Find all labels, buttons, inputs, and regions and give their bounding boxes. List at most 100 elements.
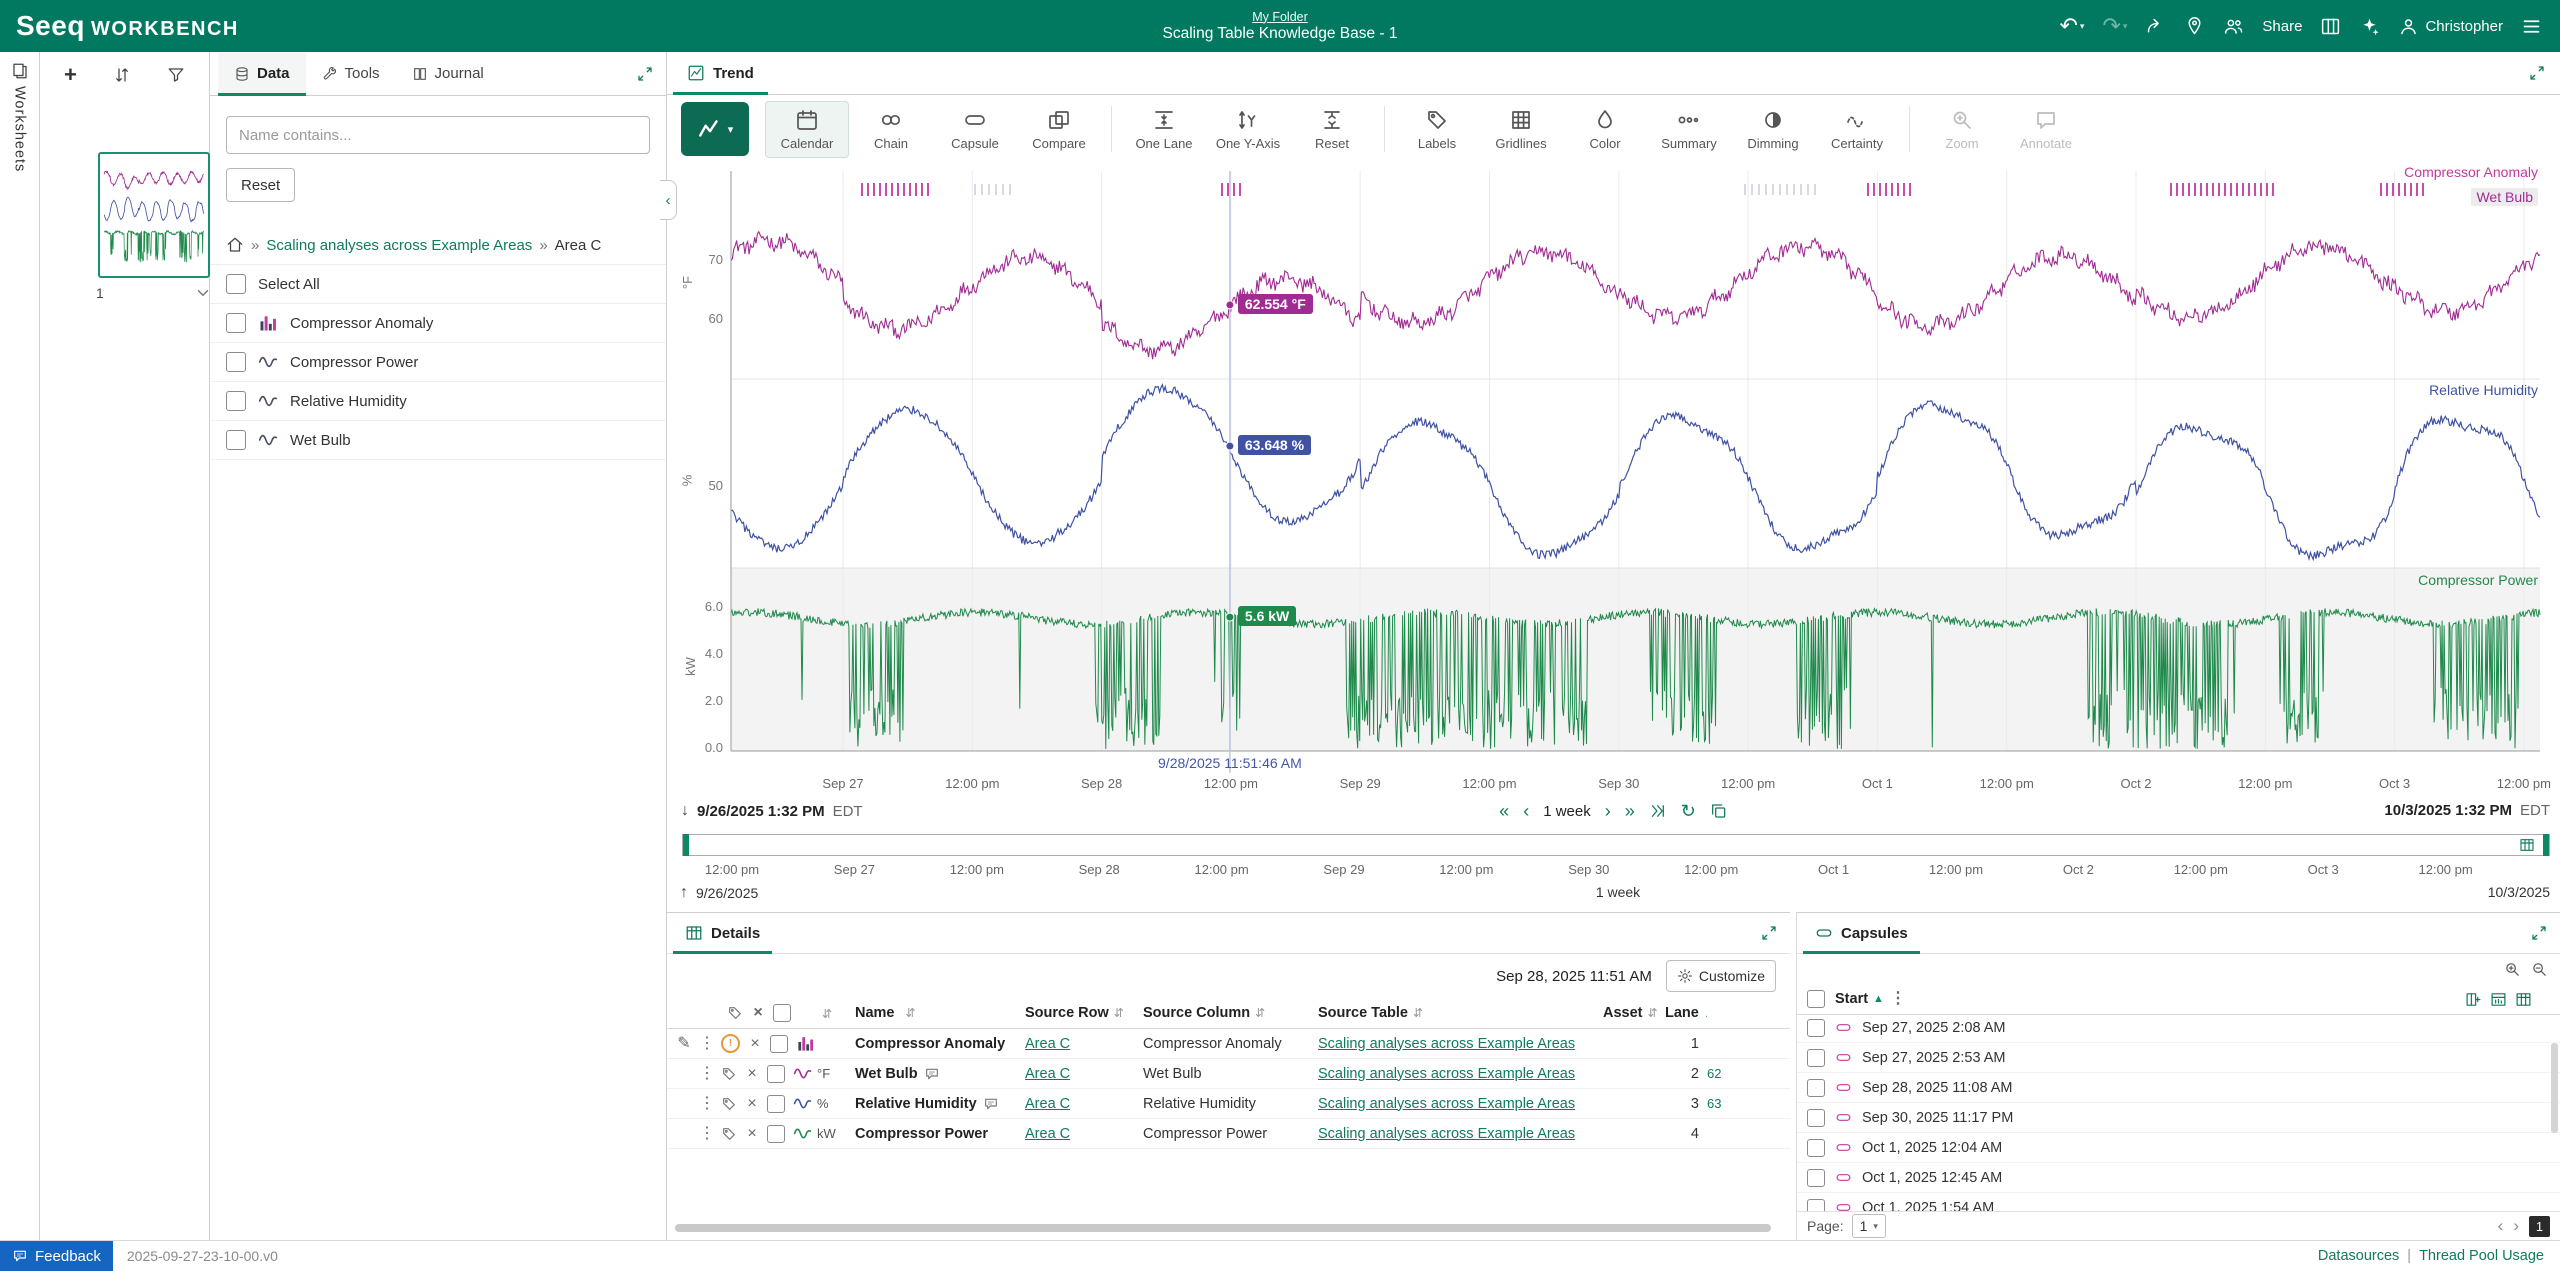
details-row-relative-humidity[interactable]: ✎⋮×%Relative HumidityArea CRelative Humi… [667,1089,1790,1119]
more-options-icon[interactable]: ⋮ [699,1036,713,1052]
tag-icon[interactable] [721,1126,737,1142]
capsule-row[interactable]: Sep 27, 2025 2:53 AM [1797,1043,2560,1073]
worksheets-rail[interactable]: Worksheets [0,52,40,1240]
lane-label-compressor-power[interactable]: Compressor Power [2418,572,2538,588]
range-start-timezone[interactable]: EDT [833,803,863,820]
tag-icon[interactable] [721,1066,737,1082]
row-checkbox[interactable] [767,1065,785,1083]
sort-icon[interactable]: ⇵ [1255,1006,1265,1020]
range-start-date[interactable]: 9/26/2025 1:32 PM [697,803,825,820]
ai-assistant-icon[interactable] [2359,16,2380,37]
undo-caret-icon[interactable]: ▾ [2080,22,2085,31]
source-row-link[interactable]: Area C [1025,1066,1137,1082]
tab-trend[interactable]: Trend [673,52,768,94]
customize-button[interactable]: Customize [1666,960,1776,992]
expand-capsules-icon[interactable] [2530,924,2548,942]
page-size-select[interactable]: 1▾ [1852,1214,1886,1238]
sort-ascending-icon[interactable]: ▲ [1873,993,1884,1005]
source-table-link[interactable]: Scaling analyses across Example Areas [1318,1096,1597,1112]
document-title[interactable]: Scaling Table Knowledge Base - 1 [1163,25,1398,43]
toolbar-button-dimming[interactable]: Dimming [1731,101,1815,158]
toolbar-button-one-y-axis[interactable]: One Y-Axis [1206,101,1290,158]
filter-worksheets-icon[interactable] [167,66,185,84]
location-pin-icon[interactable] [2184,16,2205,37]
range-start-arrow-icon[interactable]: ↓ [681,802,689,820]
capsule-checkbox[interactable] [1807,1169,1825,1187]
remove-item-icon[interactable]: × [745,1066,759,1082]
step-forward-half-icon[interactable]: › [1605,802,1611,820]
column-header-source-table[interactable]: Source Table [1318,1005,1408,1021]
reset-button[interactable]: Reset [226,168,295,202]
search-input[interactable] [226,116,650,154]
logo[interactable]: Seeq WORKBENCH [0,10,239,42]
remove-item-icon[interactable]: × [748,1036,762,1052]
step-forward-full-icon[interactable]: » [1625,802,1635,820]
status-link-datasources[interactable]: Datasources [2318,1248,2399,1264]
capsule-row[interactable]: Oct 1, 2025 1:54 AM [1797,1193,2560,1212]
tag-icon[interactable] [721,1096,737,1112]
capsule-checkbox[interactable] [1807,1139,1825,1157]
column-header-source-column[interactable]: Source Column [1143,1005,1250,1021]
source-row-link[interactable]: Area C [1025,1096,1137,1112]
capsule-row[interactable]: Oct 1, 2025 12:04 AM [1797,1133,2560,1163]
range-handle-right[interactable] [2543,834,2549,856]
details-row-compressor-power[interactable]: ✎⋮×kWCompressor PowerArea CCompressor Po… [667,1119,1790,1149]
toolbar-button-annotate[interactable]: Annotate [2004,101,2088,158]
overview-range-selector[interactable] [682,834,2550,856]
tab-capsules[interactable]: Capsules [1803,914,1920,953]
capsule-checkbox[interactable] [1807,1079,1825,1097]
capsules-vertical-scrollbar[interactable] [2551,1043,2558,1133]
copy-range-icon[interactable] [1710,802,1728,820]
column-settings-icon[interactable] [2515,991,2532,1008]
my-folder-link[interactable]: My Folder [1252,10,1308,24]
remove-column-icon[interactable]: × [751,1005,765,1021]
details-row-compressor-anomaly[interactable]: ✎⋮!×Compressor AnomalyArea CCompressor A… [667,1029,1790,1059]
more-options-icon[interactable]: ⋮ [699,1066,713,1082]
source-row-link[interactable]: Area C [1025,1126,1137,1142]
worksheet-thumbnail[interactable] [98,152,210,278]
toolbar-button-capsule[interactable]: Capsule [933,101,1017,158]
toolbar-button-one-lane[interactable]: One Lane [1122,101,1206,158]
remove-item-icon[interactable]: × [745,1126,759,1142]
source-row-link[interactable]: Area C [1025,1036,1137,1052]
tab-data[interactable]: Data [218,53,306,95]
toolbar-button-labels[interactable]: Labels [1395,101,1479,158]
open-link-icon[interactable] [2145,16,2166,37]
toolbar-button-zoom[interactable]: Zoom [1920,101,2004,158]
data-item-wet-bulb[interactable]: Wet Bulb [210,421,666,460]
expand-details-icon[interactable] [1760,924,1778,942]
select-all-row[interactable]: Select All [210,264,666,304]
capsules-select-all-checkbox[interactable] [1807,990,1825,1008]
column-header-lane[interactable]: Lane [1665,1005,1699,1021]
lane-label-compressor-anomaly[interactable]: Compressor Anomaly [2404,164,2538,180]
share-button[interactable]: Share [2262,18,2302,35]
toolbar-button-calendar[interactable]: Calendar [765,101,849,158]
toolbar-button-summary[interactable]: Summary [1647,101,1731,158]
jump-to-now-icon[interactable] [1649,802,1667,820]
details-horizontal-scrollbar[interactable] [675,1224,1771,1232]
refresh-range-icon[interactable]: ↻ [1681,802,1696,820]
column-header-asset[interactable]: Asset [1603,1005,1643,1021]
sort-icon[interactable]: ⇵ [1114,1006,1124,1020]
capsule-row[interactable]: Oct 1, 2025 12:45 AM [1797,1163,2560,1193]
next-page-icon[interactable]: › [2513,1216,2519,1236]
details-select-all-checkbox[interactable] [773,1004,791,1022]
item-checkbox[interactable] [226,391,246,411]
overview-start-arrow-icon[interactable]: ↑ [680,884,688,902]
data-item-compressor-power[interactable]: Compressor Power [210,343,666,382]
collapse-panel-handle[interactable]: ‹ [660,180,677,220]
range-handle-left[interactable] [683,834,689,856]
toolbar-button-chain[interactable]: Chain [849,101,933,158]
more-options-icon[interactable]: ⋮ [699,1126,713,1142]
more-options-icon[interactable]: ⋮ [699,1096,713,1112]
status-link-thread-pool-usage[interactable]: Thread Pool Usage [2419,1248,2544,1264]
toolbar-button-certainty[interactable]: Certainty [1815,101,1899,158]
lane-label-relative-humidity[interactable]: Relative Humidity [2429,382,2538,398]
item-checkbox[interactable] [226,313,246,333]
comment-icon[interactable] [924,1066,940,1082]
row-checkbox[interactable] [770,1035,788,1053]
data-item-compressor-anomaly[interactable]: Compressor Anomaly [210,304,666,343]
capsule-checkbox[interactable] [1807,1109,1825,1127]
redo-button[interactable]: ↷▾ [2102,15,2127,37]
breadcrumb-root-link[interactable]: Scaling analyses across Example Areas [266,237,532,254]
